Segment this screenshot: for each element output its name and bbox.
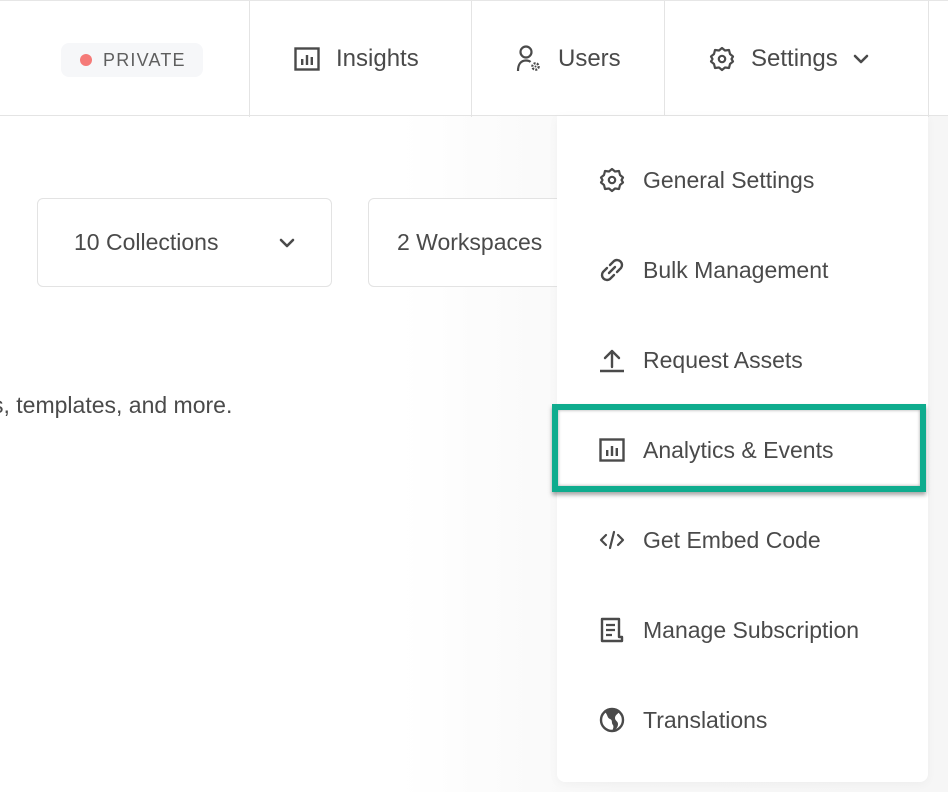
workspaces-select-value: 2 Workspaces xyxy=(397,229,543,255)
nav-divider xyxy=(928,1,929,117)
privacy-badge: PRIVATE xyxy=(61,43,203,77)
upload-icon xyxy=(600,349,624,373)
nav-divider xyxy=(249,1,250,117)
collections-select-value: 10 Collections xyxy=(74,229,219,255)
menu-item-bulk-management[interactable]: Bulk Management xyxy=(557,225,928,315)
globe-icon xyxy=(599,707,625,733)
code-icon xyxy=(599,530,625,550)
nav-divider xyxy=(664,1,665,117)
nav-users-label: Users xyxy=(558,45,621,72)
menu-item-get-embed-code[interactable]: Get Embed Code xyxy=(557,495,928,585)
nav-settings-label: Settings xyxy=(751,45,838,72)
menu-item-label: Bulk Management xyxy=(643,256,829,283)
menu-item-label: Request Assets xyxy=(643,346,803,373)
menu-item-translations[interactable]: Translations xyxy=(557,675,928,765)
link-icon xyxy=(600,258,624,282)
menu-item-label: General Settings xyxy=(643,166,815,193)
bar-chart-icon xyxy=(599,438,625,462)
menu-item-label: Get Embed Code xyxy=(643,526,821,553)
nav-insights[interactable]: Insights xyxy=(294,1,419,117)
nav-insights-label: Insights xyxy=(336,45,419,72)
nav-settings[interactable]: Settings xyxy=(709,1,886,117)
chevron-down-icon xyxy=(853,54,869,64)
gear-icon xyxy=(709,46,735,72)
menu-item-label: Analytics & Events xyxy=(643,436,834,463)
menu-item-general-settings[interactable]: General Settings xyxy=(557,135,928,225)
menu-item-manage-subscription[interactable]: Manage Subscription xyxy=(557,585,928,675)
gear-icon xyxy=(599,167,625,193)
collections-select[interactable]: 10 Collections xyxy=(37,198,332,287)
page-description: s, templates, and more. xyxy=(0,392,233,418)
chevron-down-icon xyxy=(279,238,295,247)
status-dot xyxy=(80,54,92,66)
nav-divider xyxy=(471,1,472,117)
user-gear-icon xyxy=(516,45,540,72)
settings-dropdown-menu: General Settings Bulk Management Request… xyxy=(557,116,928,782)
menu-item-label: Manage Subscription xyxy=(643,616,860,643)
menu-item-analytics-events[interactable]: Analytics & Events xyxy=(557,405,928,495)
menu-item-label: Translations xyxy=(643,706,768,733)
receipt-icon xyxy=(600,617,624,643)
menu-item-request-assets[interactable]: Request Assets xyxy=(557,315,928,405)
bar-chart-icon xyxy=(294,47,320,71)
nav-users[interactable]: Users xyxy=(516,1,621,117)
top-navigation-bar: PRIVATE Insights Users Settings xyxy=(0,0,948,117)
privacy-badge-label: PRIVATE xyxy=(103,49,186,70)
